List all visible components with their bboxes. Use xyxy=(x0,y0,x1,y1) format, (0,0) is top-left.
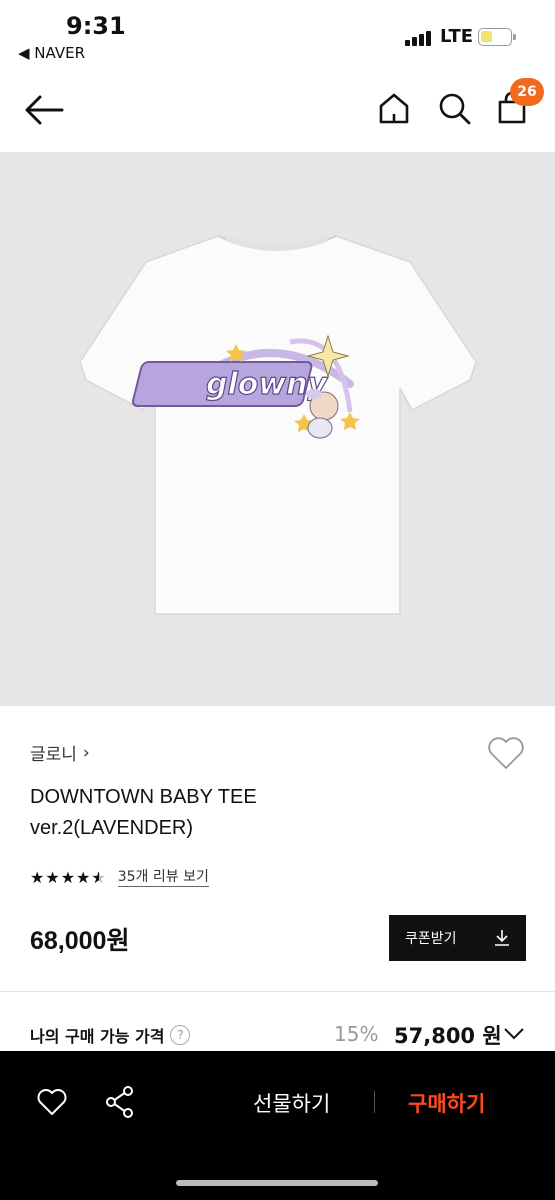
back-arrow-icon[interactable] xyxy=(22,92,66,128)
product-title: DOWNTOWN BABY TEE ver.2(LAVENDER) xyxy=(30,782,257,844)
my-price-label-row: 나의 구매 가능 가격 ? xyxy=(30,1023,191,1047)
rating-row: ★ ★ ★ ★ ★ ★ 35개 리뷰 보기 xyxy=(30,869,209,887)
review-link[interactable]: 35개 리뷰 보기 xyxy=(117,869,209,887)
final-price: 57,800 원 xyxy=(394,1024,502,1048)
star-icon: ★ xyxy=(30,868,45,887)
help-icon[interactable]: ? xyxy=(170,1025,191,1045)
home-icon[interactable] xyxy=(376,90,412,126)
back-to-app-link[interactable]: ◀ NAVER xyxy=(18,44,85,62)
battery-icon xyxy=(478,28,516,46)
my-price-label: 나의 구매 가능 가격 xyxy=(30,1027,165,1046)
product-title-line1: DOWNTOWN BABY TEE xyxy=(30,786,257,808)
network-label: LTE xyxy=(440,26,474,47)
chevron-down-icon[interactable] xyxy=(503,1024,525,1042)
heart-icon[interactable] xyxy=(36,1087,68,1117)
cart-count-badge: 26 xyxy=(510,78,544,106)
status-bar: 9:31 ◀ NAVER LTE xyxy=(0,0,555,70)
share-icon[interactable] xyxy=(104,1085,136,1119)
star-icon: ★ xyxy=(76,868,91,887)
top-navigation xyxy=(0,78,555,142)
product-image[interactable]: glowny xyxy=(0,152,555,706)
star-icon: ★ xyxy=(45,868,60,887)
half-star-icon: ★ ★ xyxy=(91,868,106,887)
product-price: 68,000원 xyxy=(30,927,130,955)
gift-button[interactable]: 선물하기 xyxy=(253,1088,330,1118)
buy-button[interactable]: 구매하기 xyxy=(408,1088,485,1118)
status-time: 9:31 xyxy=(66,12,126,40)
coupon-label: 쿠폰받기 xyxy=(405,931,457,947)
brand-link[interactable]: 글로니 › xyxy=(30,740,90,766)
divider xyxy=(0,991,555,992)
download-icon xyxy=(495,930,509,946)
signal-icon xyxy=(405,30,435,46)
discount-rate: 15% xyxy=(334,1022,379,1046)
bottom-action-bar: 선물하기 구매하기 xyxy=(0,1051,555,1200)
divider xyxy=(374,1091,375,1113)
tshirt-illustration: glowny xyxy=(79,235,477,615)
chevron-right-icon: › xyxy=(82,742,90,763)
star-icon: ★ xyxy=(60,868,76,887)
wishlist-heart-icon[interactable] xyxy=(486,735,526,771)
star-rating: ★ ★ ★ ★ ★ ★ xyxy=(30,870,106,886)
coupon-button[interactable]: 쿠폰받기 xyxy=(389,915,526,961)
search-icon[interactable] xyxy=(436,90,472,126)
product-title-line2: ver.2(LAVENDER) xyxy=(30,817,194,839)
home-indicator[interactable] xyxy=(176,1180,378,1186)
brand-name: 글로니 xyxy=(30,745,77,765)
